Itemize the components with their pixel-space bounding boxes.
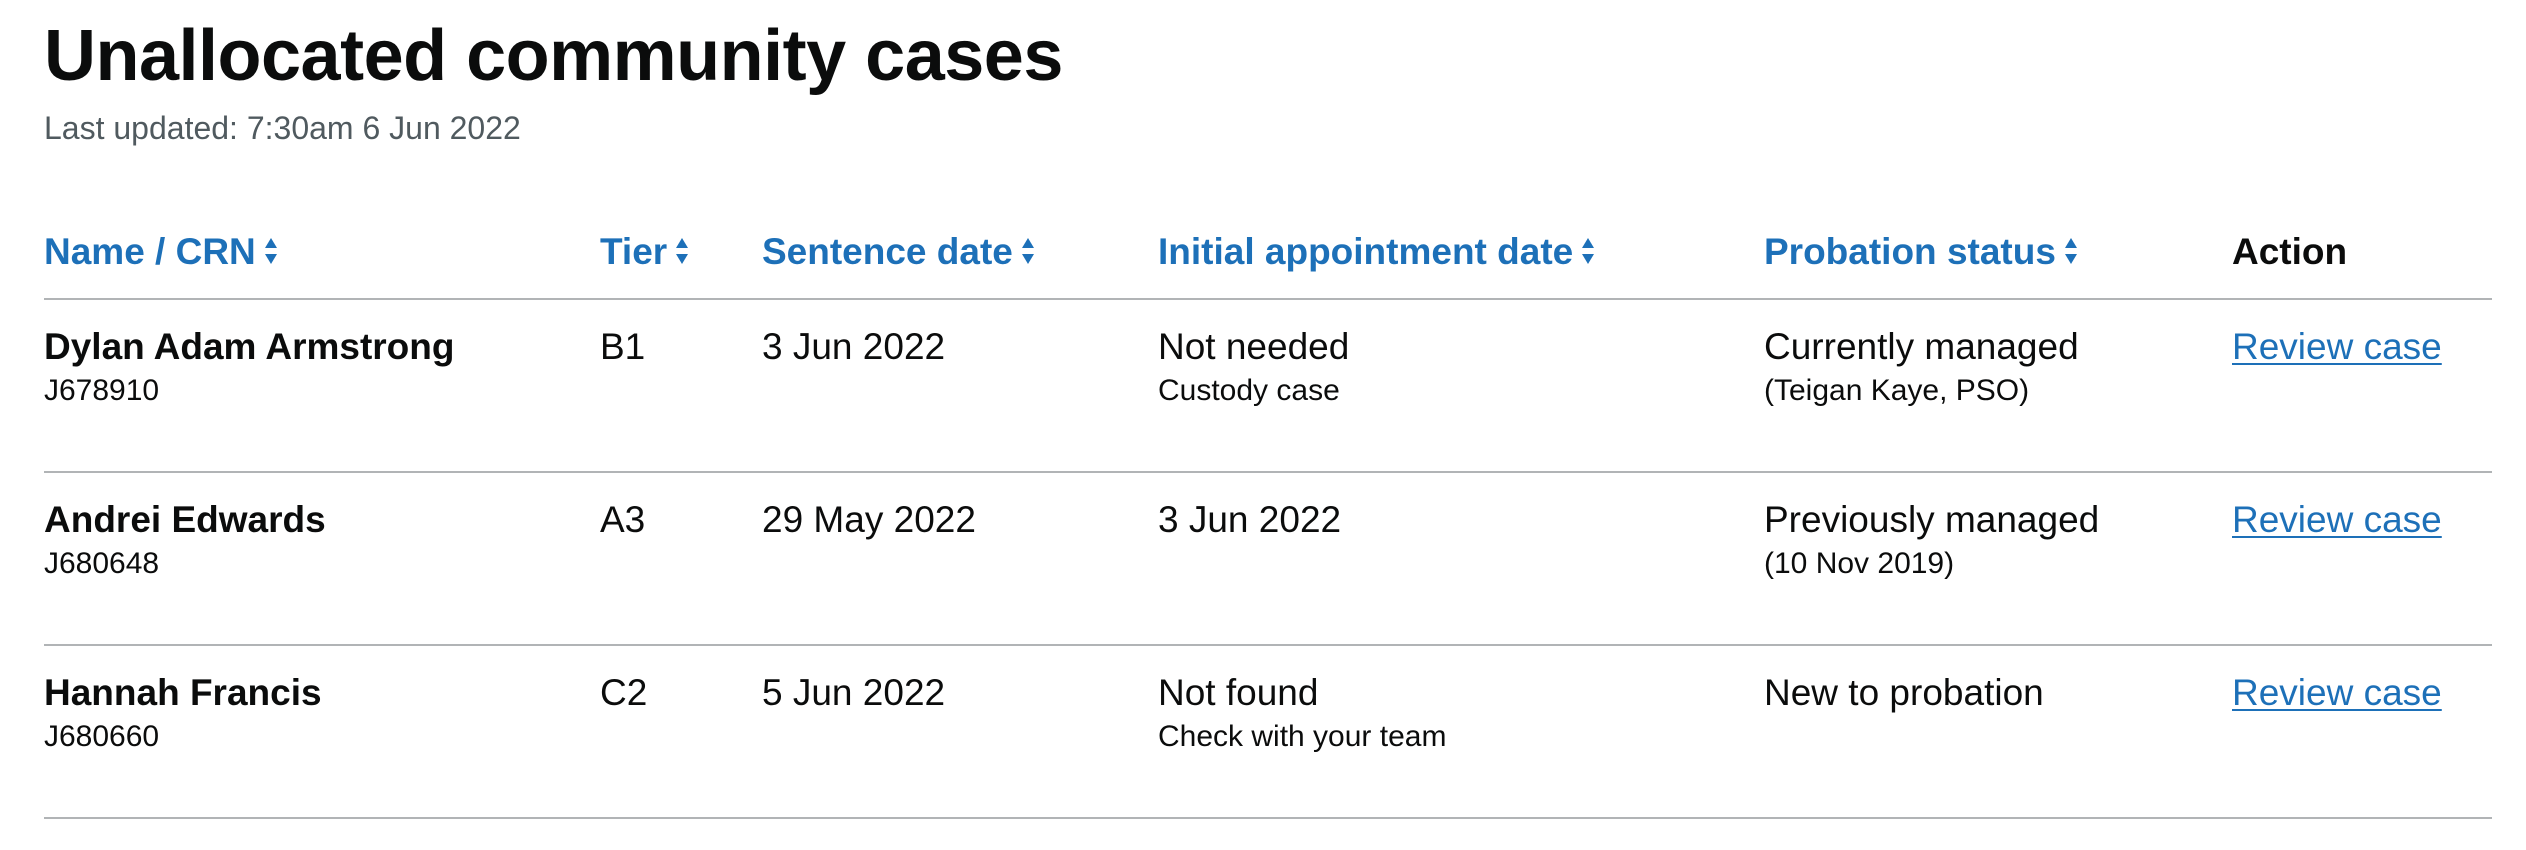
initial-appointment-cell: Not found Check with your team <box>1158 670 1446 758</box>
sentence-date-cell: 5 Jun 2022 <box>762 670 945 716</box>
tier-cell: A3 <box>600 497 645 543</box>
tier-cell: B1 <box>600 324 645 370</box>
name-crn-cell: Andrei Edwards J680648 <box>44 497 326 585</box>
table-header-row: Name / CRN Tier Sentence date Initial ap… <box>44 216 2492 300</box>
sort-header-sentence-date[interactable]: Sentence date <box>762 228 1035 276</box>
header-action: Action <box>2232 231 2348 272</box>
page-title: Unallocated community cases <box>44 16 1063 96</box>
sort-header-probation-status[interactable]: Probation status <box>1764 228 2078 276</box>
header-label-tier: Tier <box>600 231 668 272</box>
initial-appointment-cell: 3 Jun 2022 <box>1158 497 1341 543</box>
sort-header-tier[interactable]: Tier <box>600 228 689 276</box>
header-label-initial-appointment-date: Initial appointment date <box>1158 231 1574 272</box>
action-cell: Review case <box>2232 670 2442 716</box>
initial-appointment-note: Check with your team <box>1158 720 1447 753</box>
probation-status-cell: New to probation <box>1764 670 2044 716</box>
crn: J680648 <box>44 547 160 580</box>
tier-value: B1 <box>600 326 646 367</box>
person-name: Andrei Edwards <box>44 499 326 540</box>
last-updated-text: Last updated: 7:30am 6 Jun 2022 <box>44 110 521 146</box>
person-name: Hannah Francis <box>44 672 322 713</box>
action-cell: Review case <box>2232 324 2442 370</box>
sentence-date-cell: 3 Jun 2022 <box>762 324 945 370</box>
initial-appointment-cell: Not needed Custody case <box>1158 324 1349 412</box>
sort-arrows-icon <box>1581 237 1595 265</box>
review-case-link[interactable]: Review case <box>2232 672 2442 713</box>
probation-status-note: (Teigan Kaye, PSO) <box>1764 374 2030 407</box>
name-crn-cell: Dylan Adam Armstrong J678910 <box>44 324 455 412</box>
probation-status-value: Currently managed <box>1764 326 2079 367</box>
sentence-date-value: 3 Jun 2022 <box>762 326 946 367</box>
initial-appointment-value: Not found <box>1158 672 1319 713</box>
review-case-link[interactable]: Review case <box>2232 326 2442 367</box>
sort-arrows-icon <box>264 237 278 265</box>
probation-status-value: Previously managed <box>1764 499 2100 540</box>
header-label-name-crn: Name / CRN <box>44 231 256 272</box>
table-row: Andrei Edwards J680648 A3 29 May 2022 3 … <box>44 473 2492 646</box>
tier-cell: C2 <box>600 670 647 716</box>
tier-value: A3 <box>600 499 646 540</box>
probation-status-cell: Currently managed (Teigan Kaye, PSO) <box>1764 324 2079 412</box>
review-case-link[interactable]: Review case <box>2232 499 2442 540</box>
table-row: Hannah Francis J680660 C2 5 Jun 2022 Not… <box>44 646 2492 819</box>
header-label-sentence-date: Sentence date <box>762 231 1013 272</box>
header-label-probation-status: Probation status <box>1764 231 2056 272</box>
sort-header-name-crn[interactable]: Name / CRN <box>44 228 278 276</box>
unallocated-cases-table: Name / CRN Tier Sentence date Initial ap… <box>44 216 2492 819</box>
crn: J680660 <box>44 720 160 753</box>
action-cell: Review case <box>2232 497 2442 543</box>
table-row: Dylan Adam Armstrong J678910 B1 3 Jun 20… <box>44 300 2492 473</box>
crn: J678910 <box>44 374 160 407</box>
sort-arrows-icon <box>2064 237 2078 265</box>
probation-status-cell: Previously managed (10 Nov 2019) <box>1764 497 2099 585</box>
sentence-date-value: 29 May 2022 <box>762 499 976 540</box>
name-crn-cell: Hannah Francis J680660 <box>44 670 322 758</box>
tier-value: C2 <box>600 672 648 713</box>
sentence-date-cell: 29 May 2022 <box>762 497 976 543</box>
initial-appointment-value: Not needed <box>1158 326 1350 367</box>
person-name: Dylan Adam Armstrong <box>44 326 455 367</box>
sort-arrows-icon <box>1021 237 1035 265</box>
initial-appointment-note: Custody case <box>1158 374 1340 407</box>
probation-status-value: New to probation <box>1764 672 2044 713</box>
initial-appointment-value: 3 Jun 2022 <box>1158 499 1342 540</box>
sentence-date-value: 5 Jun 2022 <box>762 672 946 713</box>
page: Unallocated community cases Last updated… <box>0 0 2526 850</box>
probation-status-note: (10 Nov 2019) <box>1764 547 1955 580</box>
sort-header-initial-appointment-date[interactable]: Initial appointment date <box>1158 228 1595 276</box>
sort-arrows-icon <box>675 237 689 265</box>
